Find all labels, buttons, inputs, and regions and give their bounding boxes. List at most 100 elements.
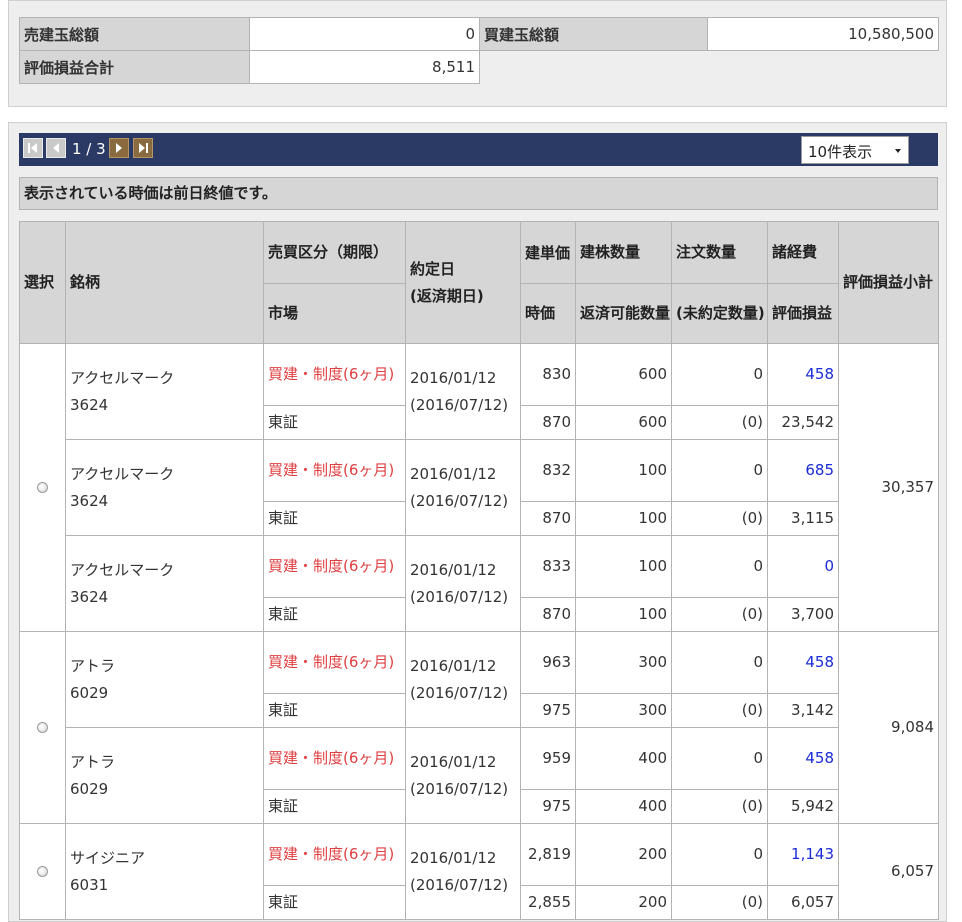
stock-code: 3624 <box>70 491 109 510</box>
header-market: 市場 <box>263 283 406 344</box>
header-qty: 建株数量 <box>575 221 672 284</box>
fees: 458 <box>767 343 839 406</box>
trade-type: 買建・制度(6ヶ月) <box>263 823 406 886</box>
header-trade-type: 売買区分（期限） <box>263 221 406 284</box>
due-date: (2016/07/12) <box>410 395 509 414</box>
current-price: 870 <box>520 597 576 632</box>
date-cell: 2016/01/12 (2016/07/12) <box>405 343 521 440</box>
prev-page-button[interactable] <box>46 138 66 158</box>
trade-type: 買建・制度(6ヶ月) <box>263 631 406 694</box>
market: 東証 <box>263 405 406 440</box>
unfilled-qty: (0) <box>671 597 768 632</box>
fees: 458 <box>767 631 839 694</box>
position-qty: 100 <box>575 439 672 502</box>
position-qty: 100 <box>575 535 672 598</box>
stock-name: アクセルマーク <box>70 560 175 579</box>
pl-value: 6,057 <box>767 885 839 920</box>
contract-date: 2016/01/12 <box>410 368 497 387</box>
select-radio[interactable] <box>37 721 48 733</box>
market: 東証 <box>263 501 406 536</box>
stock-name: サイジニア <box>70 848 146 867</box>
header-current-price: 時価 <box>520 283 576 344</box>
pl-value: 3,142 <box>767 693 839 728</box>
summary-table: 売建玉総額 0 買建玉総額 10,580,500 評価損益合計 8,511 <box>19 17 939 84</box>
order-qty: 0 <box>671 343 768 406</box>
pl-value: 5,942 <box>767 789 839 824</box>
table-row: アトラ 6029 買建・制度(6ヶ月) 2016/01/12 (2016/07/12) 9… <box>20 727 939 824</box>
unfilled-qty: (0) <box>671 789 768 824</box>
next-page-button[interactable] <box>109 138 129 158</box>
order-qty: 0 <box>671 823 768 886</box>
pl-value: 23,542 <box>767 405 839 440</box>
stock-name: アクセルマーク <box>70 368 175 387</box>
current-price: 870 <box>520 501 576 536</box>
header-fees: 諸経費 <box>767 221 839 284</box>
select-cell <box>19 631 66 824</box>
trade-type: 買建・制度(6ヶ月) <box>263 439 406 502</box>
contract-date: 2016/01/12 <box>410 848 497 867</box>
unfilled-qty: (0) <box>671 693 768 728</box>
stock-code: 3624 <box>70 587 109 606</box>
header-order-qty: 注文数量 <box>671 221 768 284</box>
buy-total-value: 10,580,500 <box>707 17 939 51</box>
unfilled-qty: (0) <box>671 405 768 440</box>
unit-price: 959 <box>520 727 576 790</box>
order-qty: 0 <box>671 535 768 598</box>
market: 東証 <box>263 693 406 728</box>
stock-cell: サイジニア 6031 <box>65 823 264 920</box>
current-price: 870 <box>520 405 576 440</box>
select-radio[interactable] <box>37 865 48 877</box>
first-page-button[interactable] <box>23 138 43 158</box>
stock-cell: アクセルマーク 3624 <box>65 343 264 440</box>
sell-total-value: 0 <box>249 17 480 51</box>
order-qty: 0 <box>671 439 768 502</box>
current-price: 2,855 <box>520 885 576 920</box>
fees: 685 <box>767 439 839 502</box>
order-qty: 0 <box>671 631 768 694</box>
unit-price: 2,819 <box>520 823 576 886</box>
table-row: アクセルマーク 3624 買建・制度(6ヶ月) 2016/01/12 (2016/07/… <box>19 343 939 632</box>
fees: 458 <box>767 727 839 790</box>
pagination-bar: 1 / 3 10件表示 <box>19 133 938 166</box>
per-page-select[interactable]: 10件表示 <box>801 136 909 164</box>
select-cell <box>19 343 66 632</box>
header-stock: 銘柄 <box>65 221 264 344</box>
next-page-icon <box>116 143 122 153</box>
header-repayable-qty: 返済可能数量 <box>575 283 672 344</box>
repayable-qty: 400 <box>575 789 672 824</box>
contract-date: 2016/01/12 <box>410 656 497 675</box>
market: 東証 <box>263 885 406 920</box>
due-date: (2016/07/12) <box>410 491 509 510</box>
date-cell: 2016/01/12 (2016/07/12) <box>405 823 521 920</box>
due-date: (2016/07/12) <box>410 875 509 894</box>
header-select: 選択 <box>19 221 66 344</box>
header-unit-price: 建単価 <box>520 221 576 284</box>
stock-cell: アクセルマーク 3624 <box>65 439 264 536</box>
contract-date: 2016/01/12 <box>410 560 497 579</box>
trade-type: 買建・制度(6ヶ月) <box>263 343 406 406</box>
repayable-qty: 600 <box>575 405 672 440</box>
stock-name: アトラ <box>70 752 116 771</box>
trade-type: 買建・制度(6ヶ月) <box>263 727 406 790</box>
unfilled-qty: (0) <box>671 885 768 920</box>
order-qty: 0 <box>671 727 768 790</box>
positions-table: 選択 銘柄 売買区分（期限） 約定日 (返済期日) 建単価 建株数量 注文数量 … <box>19 221 939 920</box>
table-row: アトラ 6029 買建・制度(6ヶ月) 2016/01/12 (2016/07/12) 9… <box>19 631 939 824</box>
pl-value: 3,700 <box>767 597 839 632</box>
prev-page-icon <box>53 143 59 153</box>
date-cell: 2016/01/12 (2016/07/12) <box>405 439 521 536</box>
stock-cell: アトラ 6029 <box>65 631 264 728</box>
stock-name: アトラ <box>70 656 116 675</box>
select-radio[interactable] <box>37 481 48 493</box>
stock-code: 6029 <box>70 779 109 798</box>
stock-name: アクセルマーク <box>70 464 175 483</box>
pl-total-label: 評価損益合計 <box>19 50 250 84</box>
fees: 1,143 <box>767 823 839 886</box>
date-cell: 2016/01/12 (2016/07/12) <box>405 535 521 632</box>
table-row: サイジニア 6031 買建・制度(6ヶ月) 2016/01/12 (2016/07/12… <box>19 823 939 920</box>
stock-code: 6031 <box>70 875 109 894</box>
trade-type: 買建・制度(6ヶ月) <box>263 535 406 598</box>
repayable-qty: 100 <box>575 501 672 536</box>
unit-price: 830 <box>520 343 576 406</box>
last-page-button[interactable] <box>133 138 153 158</box>
